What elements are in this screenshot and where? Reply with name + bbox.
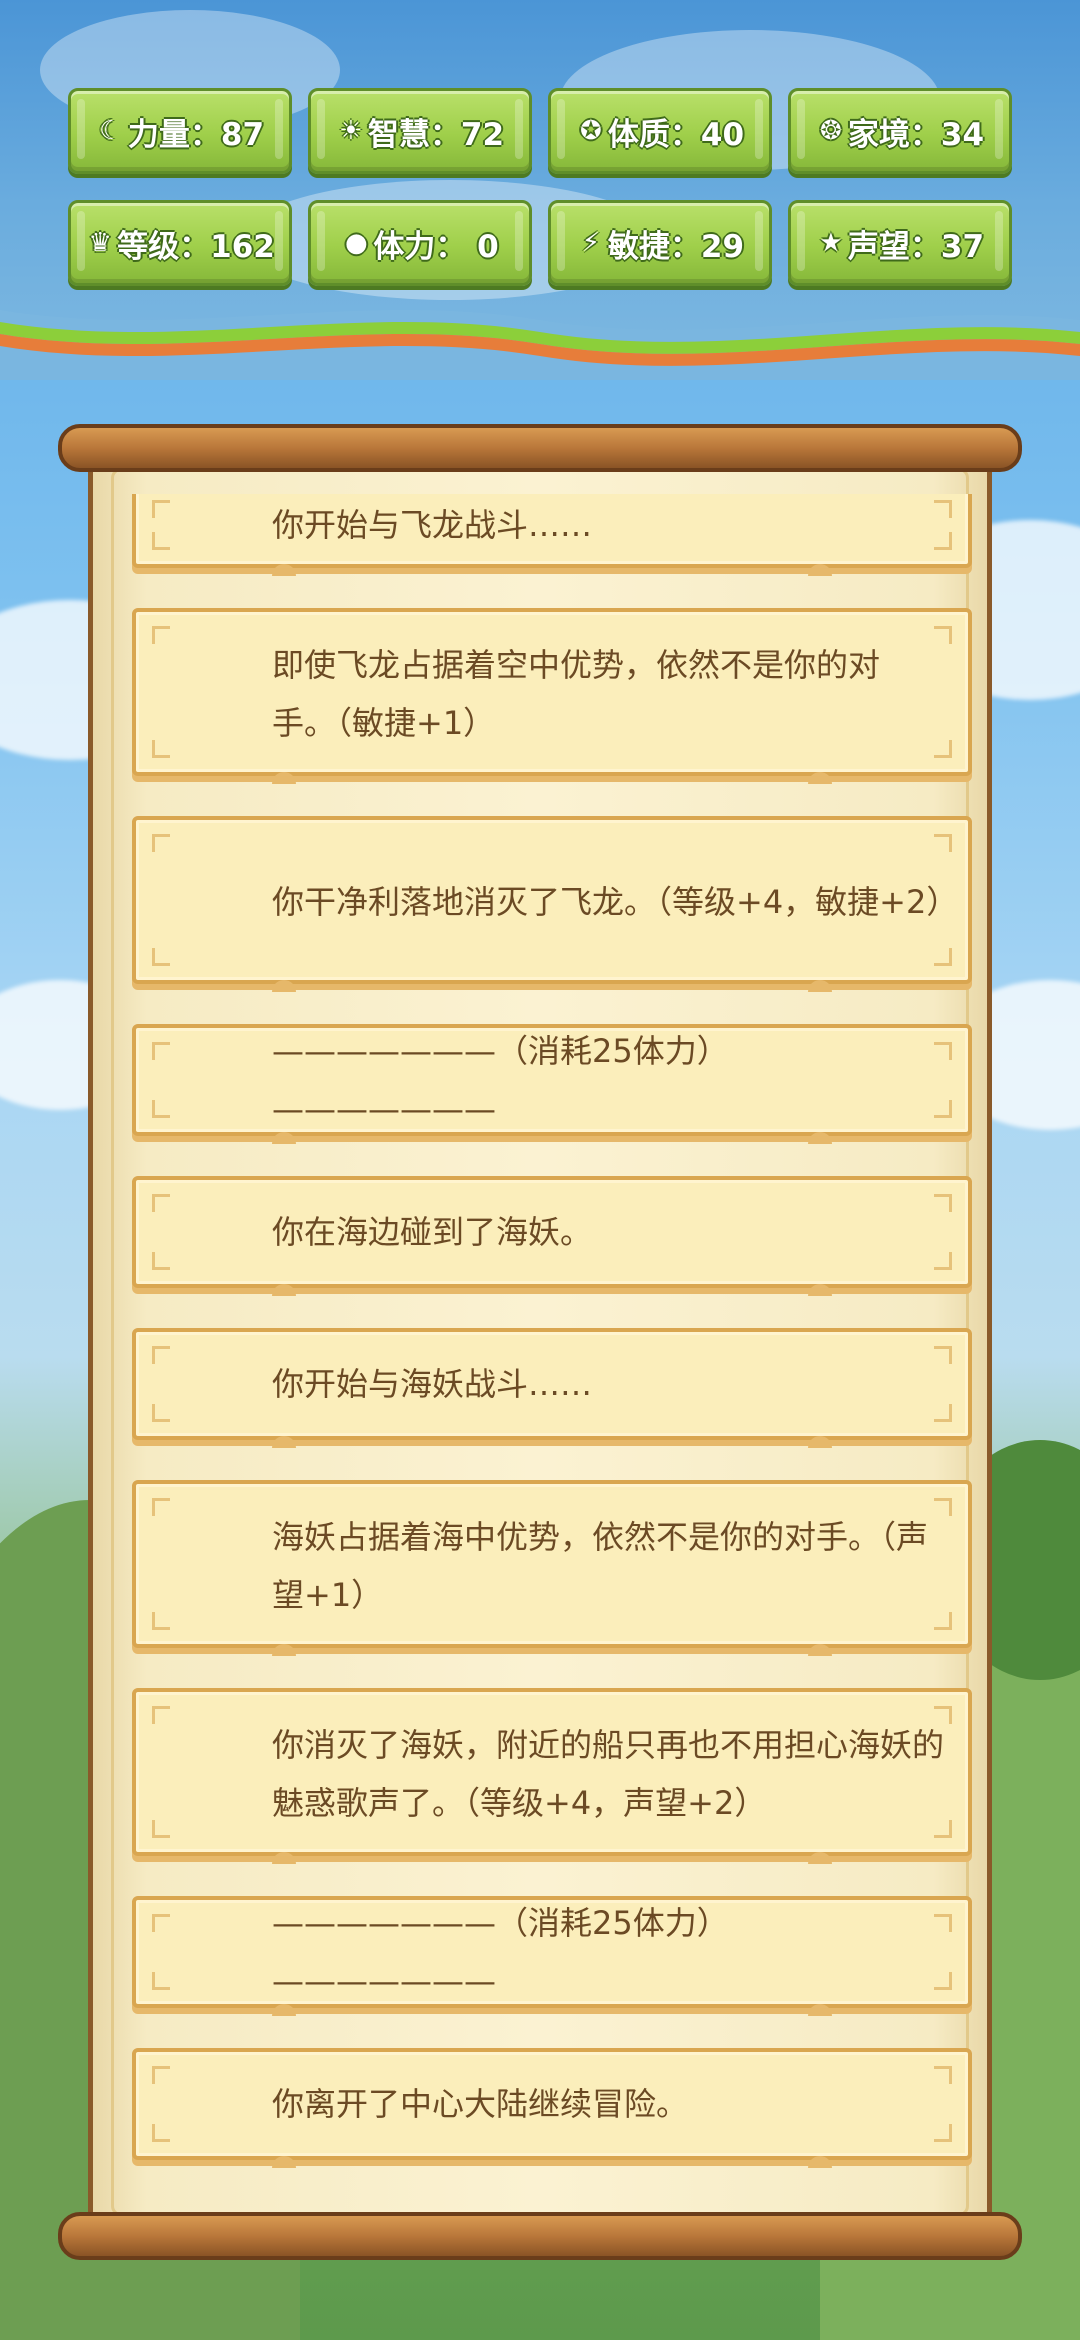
log-entry: 你开始与飞龙战斗…… — [132, 494, 972, 576]
log-entry-text: 你离开了中心大陆继续冒险。 — [272, 2085, 689, 2123]
stat-label: 智慧：72 — [367, 116, 505, 153]
log-entry-text: 你消灭了海妖，附近的船只再也不用担心海妖的魅惑歌声了。（等级+4，声望+2） — [272, 1726, 945, 1822]
log-entry-separator: ———————（消耗25体力）——————— — [132, 1896, 972, 2016]
log-entry-text: 你开始与飞龙战斗…… — [272, 506, 593, 544]
log-entry: 你干净利落地消灭了飞龙。（等级+4，敏捷+2） — [132, 816, 972, 992]
log-entry: 海妖占据着海中优势，依然不是你的对手。（声望+1） — [132, 1480, 972, 1656]
log-entry: 你在海边碰到了海妖。 — [132, 1176, 972, 1296]
stat-stamina: ● 体力： 0 — [308, 200, 532, 286]
stat-wisdom: ☀ 智慧：72 — [308, 88, 532, 174]
strength-icon: ☾ — [99, 116, 123, 146]
header-wave-border — [0, 310, 1080, 380]
family-icon: ❂ — [820, 116, 842, 146]
stat-label: 等级：162 — [117, 228, 275, 265]
log-entry-text: 你在海边碰到了海妖。 — [272, 1213, 593, 1251]
log-entry: 即使飞龙占据着空中优势，依然不是你的对手。（敏捷+1） — [132, 608, 972, 784]
log-entry-text: ———————（消耗25体力）——————— — [272, 1032, 729, 1128]
stat-label: 家境：34 — [847, 116, 985, 153]
log-entry: 你离开了中心大陆继续冒险。 — [132, 2048, 972, 2168]
stat-strength: ☾ 力量：87 — [68, 88, 292, 174]
stat-reputation: ★ 声望：37 — [788, 200, 1012, 286]
log-entry-text: 海妖占据着海中优势，依然不是你的对手。（声望+1） — [272, 1518, 929, 1614]
scroll-rod-bottom — [58, 2212, 1022, 2260]
log-entry-text: ———————（消耗25体力）——————— — [272, 1904, 729, 2000]
log-entry-text: 你开始与海妖战斗…… — [272, 1365, 593, 1403]
lightning-icon: ⚡ — [581, 228, 601, 258]
stat-label: 体质：40 — [607, 116, 745, 153]
crown-icon: ♛ — [88, 228, 112, 258]
scroll-rod-top — [58, 424, 1022, 472]
constitution-icon: ✪ — [580, 116, 602, 146]
log-entry: 你消灭了海妖，附近的船只再也不用担心海妖的魅惑歌声了。（等级+4，声望+2） — [132, 1688, 972, 1864]
event-log[interactable]: 你开始与飞龙战斗…… 即使飞龙占据着空中优势，依然不是你的对手。（敏捷+1） 你… — [96, 494, 972, 2174]
stat-label: 力量：87 — [127, 116, 265, 153]
stat-label: 体力： 0 — [373, 228, 499, 265]
log-entry: 你开始与海妖战斗…… — [132, 1328, 972, 1448]
stat-agility: ⚡ 敏捷：29 — [548, 200, 772, 286]
stat-label: 声望：37 — [847, 228, 985, 265]
stat-grid: ☾ 力量：87 ☀ 智慧：72 ✪ 体质：40 ❂ 家境：34 ♛ 等级：162… — [68, 88, 1012, 286]
game-screen: ☾ 力量：87 ☀ 智慧：72 ✪ 体质：40 ❂ 家境：34 ♛ 等级：162… — [0, 0, 1080, 2340]
log-entry-separator: ———————（消耗25体力）——————— — [132, 1024, 972, 1144]
stamina-icon: ● — [344, 228, 368, 258]
stat-label: 敏捷：29 — [607, 228, 745, 265]
log-entry-text: 你干净利落地消灭了飞龙。（等级+4，敏捷+2） — [272, 883, 959, 921]
stat-constitution: ✪ 体质：40 — [548, 88, 772, 174]
wisdom-icon: ☀ — [339, 116, 363, 146]
stat-level: ♛ 等级：162 — [68, 200, 292, 286]
log-entry-text: 即使飞龙占据着空中优势，依然不是你的对手。（敏捷+1） — [272, 646, 881, 742]
event-log-list: 你开始与飞龙战斗…… 即使飞龙占据着空中优势，依然不是你的对手。（敏捷+1） 你… — [96, 494, 972, 2174]
star-icon: ★ — [819, 228, 843, 258]
stat-family: ❂ 家境：34 — [788, 88, 1012, 174]
